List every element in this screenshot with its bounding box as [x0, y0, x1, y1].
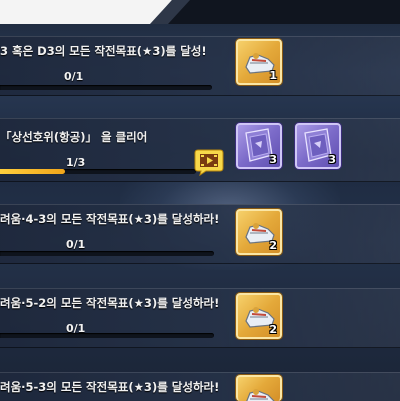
- reward-count: 2: [269, 239, 277, 252]
- mission-row[interactable]: 려움·5-3의 모든 작전목표(★3)를 달성하라!: [0, 372, 400, 401]
- reward-count: 1: [269, 69, 277, 82]
- mission-progress-text: 1/3: [66, 156, 86, 169]
- mission-row[interactable]: 려움·4-3의 모든 작전목표(★3)를 달성하라! 0/1 2: [0, 204, 400, 264]
- top-bar-panel: [0, 0, 172, 24]
- mission-progress-bar: [0, 169, 196, 174]
- reward-item[interactable]: 3: [295, 123, 341, 169]
- mission-progress-text: 0/1: [66, 238, 86, 251]
- mission-progress-fill: [0, 169, 65, 174]
- mission-progress-bar: [0, 251, 214, 256]
- video-play-icon[interactable]: [194, 148, 224, 176]
- reward-count: 3: [328, 153, 336, 166]
- mission-title: 려움·5-2의 모든 작전목표(★3)를 달성하라!: [0, 296, 220, 310]
- reward-item[interactable]: [236, 375, 282, 401]
- reward-count: 3: [269, 153, 277, 166]
- reward-item[interactable]: 2: [236, 293, 282, 339]
- mission-title: 3 혹은 D3의 모든 작전목표(★3)를 달성!: [0, 44, 207, 58]
- mission-progress-text: 0/1: [64, 70, 84, 83]
- shoe-gear-icon: [246, 389, 275, 401]
- mission-title: 려움·5-3의 모든 작전목표(★3)를 달성하라!: [0, 380, 220, 394]
- mission-row[interactable]: 려움·5-2의 모든 작전목표(★3)를 달성하라! 0/1 2: [0, 288, 400, 348]
- mission-title: 「상선호위(항공)」 을 클리어: [0, 130, 148, 144]
- reward-count: 2: [269, 323, 277, 336]
- reward-item[interactable]: 1: [236, 39, 282, 85]
- top-bar: [0, 0, 400, 24]
- reward-item[interactable]: 2: [236, 209, 282, 255]
- reward-item[interactable]: 3: [236, 123, 282, 169]
- mission-progress-bar: [0, 333, 214, 338]
- mission-title: 려움·4-3의 모든 작전목표(★3)를 달성하라!: [0, 212, 220, 226]
- mission-progress-bar: [0, 85, 212, 90]
- mission-row[interactable]: 3 혹은 D3의 모든 작전목표(★3)를 달성! 0/1 1: [0, 36, 400, 96]
